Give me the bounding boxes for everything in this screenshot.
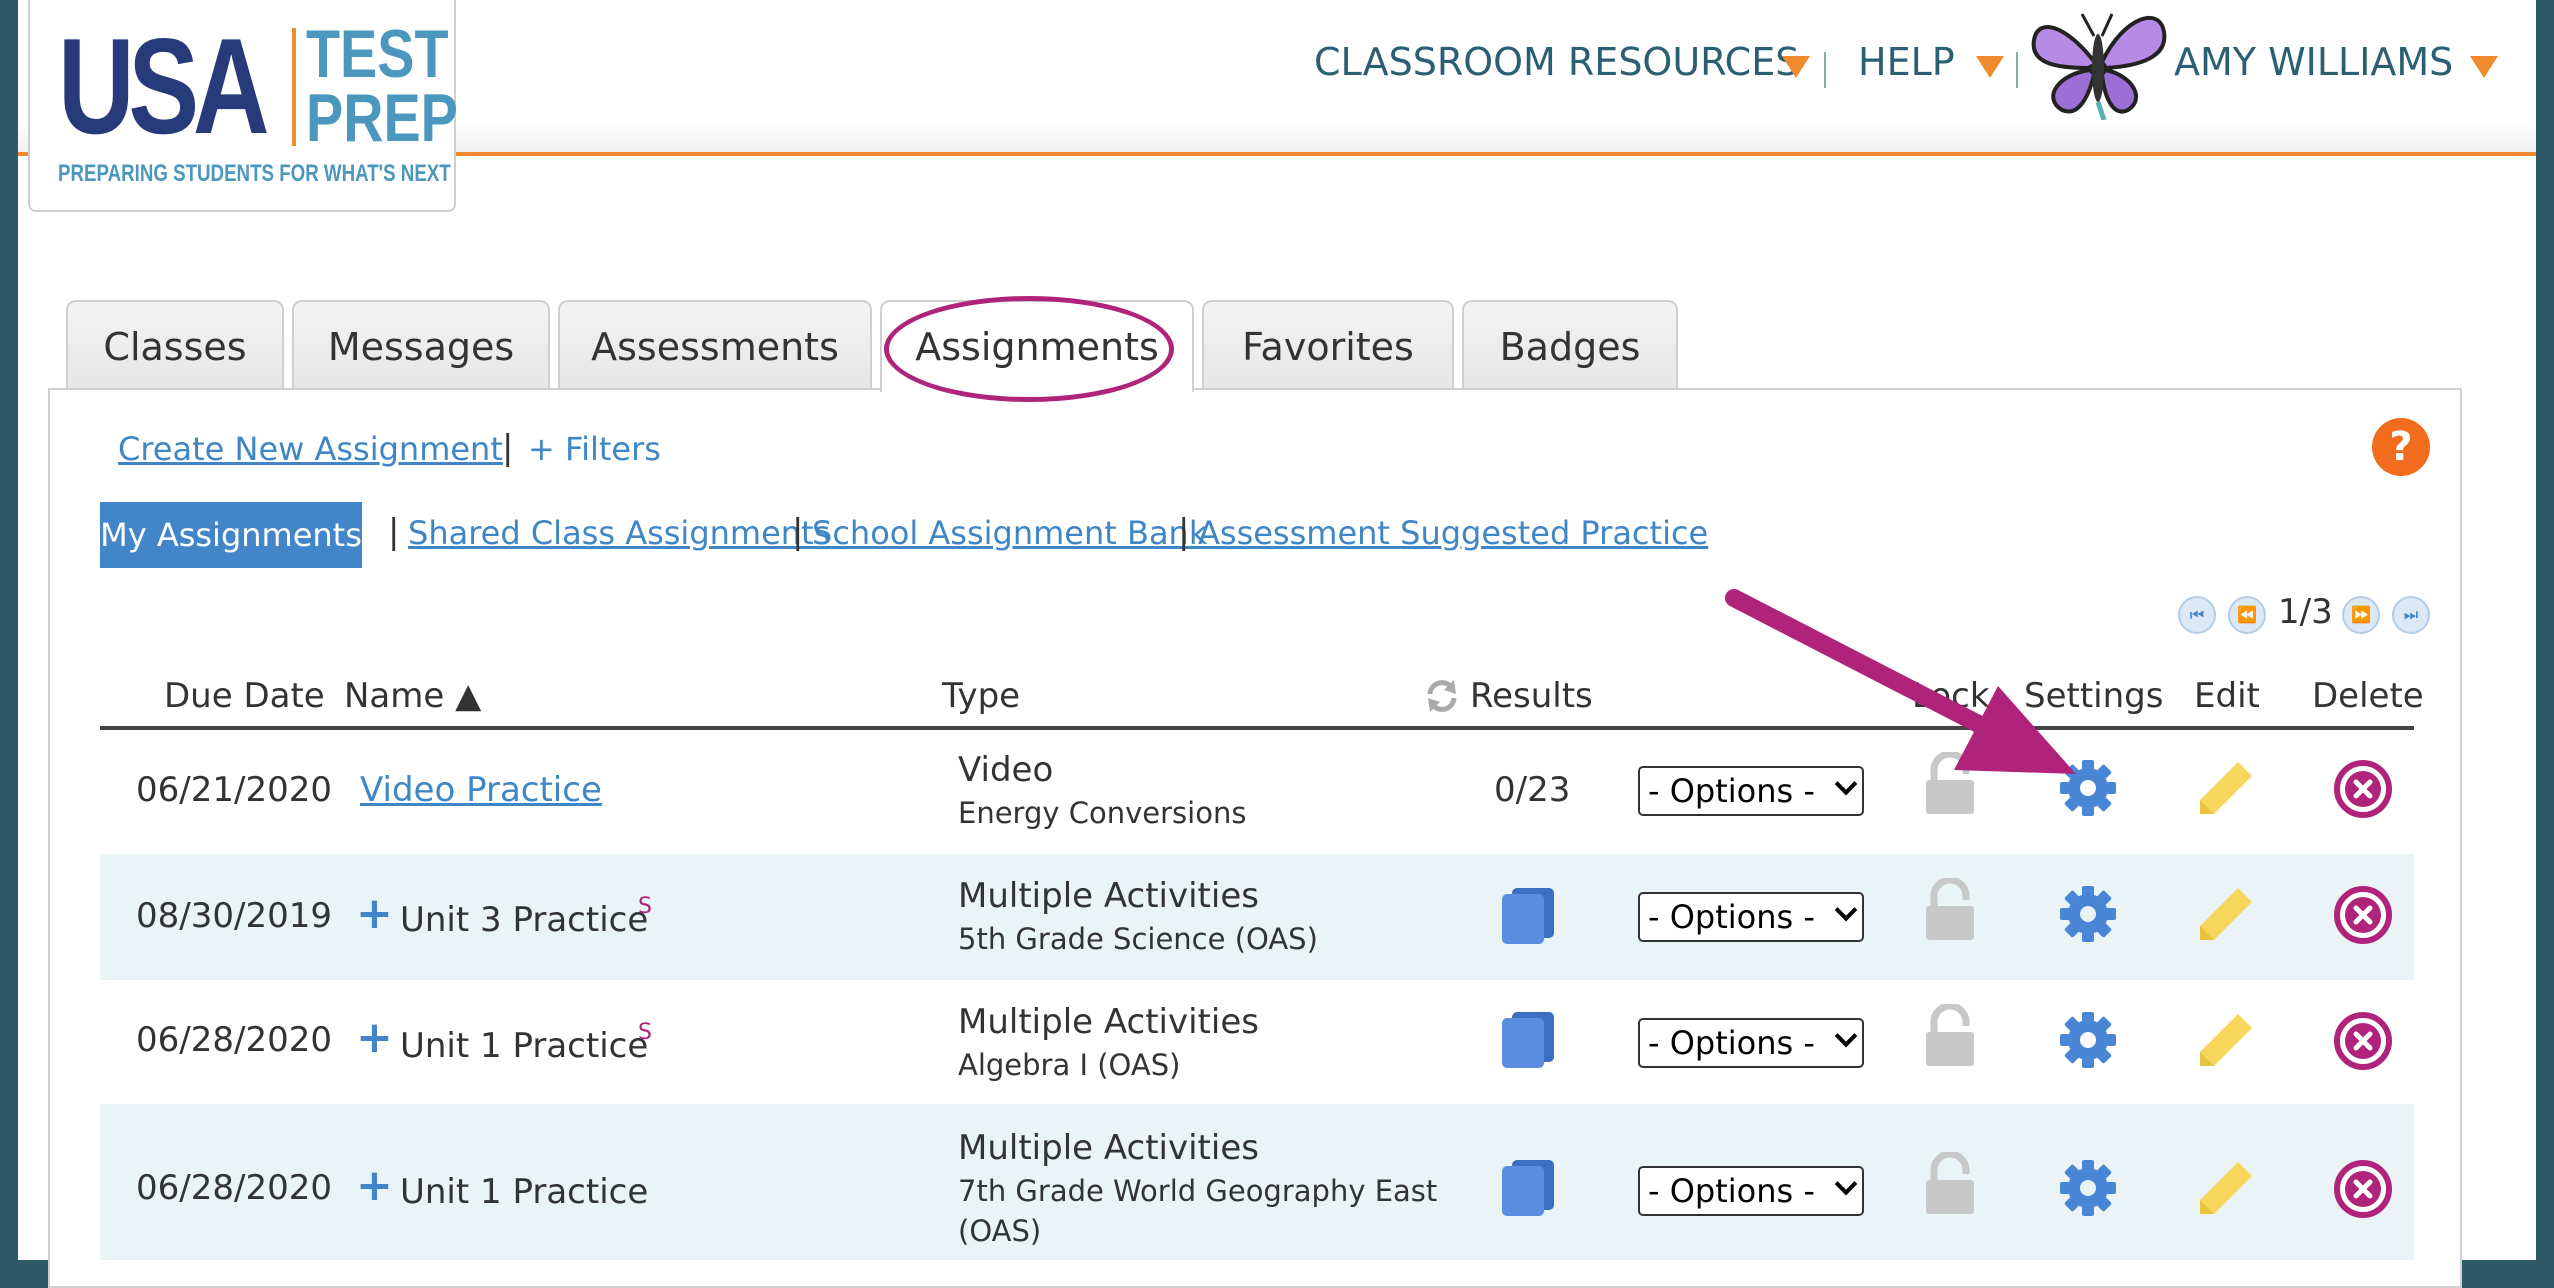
pencil-icon[interactable]: [2194, 756, 2258, 820]
due-date: 06/28/2020: [136, 1020, 332, 1060]
book-icon[interactable]: [1500, 1158, 1556, 1218]
options-select[interactable]: - Options -: [1638, 1018, 1864, 1068]
assignment-type: Video: [958, 750, 1054, 790]
expand-plus-icon[interactable]: +: [356, 1012, 393, 1063]
subnav-my-assignments[interactable]: My Assignments: [100, 502, 362, 568]
last-page-button[interactable]: ⏭: [2392, 596, 2430, 634]
tab-assessments[interactable]: Assessments: [558, 300, 872, 390]
due-date: 08/30/2019: [136, 896, 332, 936]
column-due-date[interactable]: Due Date: [164, 676, 325, 716]
column-settings: Settings: [2024, 676, 2164, 716]
column-results[interactable]: Results: [1470, 676, 1593, 716]
subnav-shared-class-assignments[interactable]: Shared Class Assignments: [408, 514, 830, 552]
divider: [2016, 52, 2018, 88]
separator: |: [502, 428, 514, 468]
assignment-type: Multiple Activities: [958, 1002, 1259, 1042]
options-select[interactable]: - Options -: [1638, 892, 1864, 942]
assignment-subject: Energy Conversions: [958, 796, 1247, 830]
lock-icon[interactable]: [1922, 878, 1978, 942]
filters-link[interactable]: + Filters: [528, 430, 661, 468]
create-new-assignment-link[interactable]: Create New Assignment: [118, 430, 503, 468]
first-page-icon: ⏮: [2189, 605, 2205, 624]
assignment-name[interactable]: Unit 1 Practice: [400, 1026, 648, 1066]
tab-badges[interactable]: Badges: [1462, 300, 1678, 390]
gear-icon[interactable]: [2058, 1158, 2118, 1218]
assignment-name-link[interactable]: Video Practice: [360, 770, 602, 810]
assignment-name[interactable]: Unit 3 Practice: [400, 900, 648, 940]
delete-circle-icon[interactable]: [2332, 1158, 2394, 1220]
delete-circle-icon[interactable]: [2332, 884, 2394, 946]
logo-tagline: PREPARING STUDENTS FOR WHAT'S NEXT: [58, 160, 451, 187]
page-indicator: 1/3: [2278, 592, 2333, 632]
tab-favorites[interactable]: Favorites: [1202, 300, 1454, 390]
assignment-name[interactable]: Unit 1 Practice: [400, 1172, 648, 1212]
butterfly-avatar-icon[interactable]: [2028, 6, 2170, 120]
gear-icon[interactable]: [2058, 884, 2118, 944]
logo-test-prep: TEST PREP: [306, 16, 458, 156]
caret-down-icon: [2470, 56, 2498, 78]
assignment-subject: Algebra I (OAS): [958, 1048, 1181, 1082]
caret-down-icon: [1976, 56, 2004, 78]
options-select[interactable]: - Options -: [1638, 1166, 1864, 1216]
due-date: 06/28/2020: [136, 1168, 332, 1208]
lock-icon[interactable]: [1922, 752, 1978, 816]
separator: |: [1178, 512, 1190, 552]
logo[interactable]: USA TEST PREP PREPARING STUDENTS FOR WHAT…: [28, 0, 458, 212]
options-select[interactable]: - Options -: [1638, 766, 1864, 816]
tab-messages[interactable]: Messages: [292, 300, 550, 390]
separator: |: [388, 512, 400, 552]
caret-down-icon: [1782, 56, 1810, 78]
book-icon[interactable]: [1500, 1010, 1556, 1070]
lock-icon[interactable]: [1922, 1004, 1978, 1068]
separator: |: [792, 512, 804, 552]
column-delete: Delete: [2312, 676, 2424, 716]
assignment-subject-continued: (OAS): [958, 1214, 1042, 1248]
gear-icon[interactable]: [2058, 758, 2118, 818]
delete-circle-icon[interactable]: [2332, 1010, 2394, 1072]
shared-badge: S: [638, 1020, 652, 1045]
highlight-ellipse: [884, 296, 1174, 402]
logo-divider: [292, 28, 296, 146]
delete-circle-icon[interactable]: [2332, 758, 2394, 820]
results-count[interactable]: 0/23: [1494, 770, 1570, 810]
divider: [1824, 52, 1826, 88]
pencil-icon[interactable]: [2194, 1156, 2258, 1220]
tab-classes[interactable]: Classes: [66, 300, 284, 390]
column-name[interactable]: Name ▲: [344, 676, 481, 716]
expand-plus-icon[interactable]: +: [356, 1160, 393, 1211]
subnav-school-assignment-bank[interactable]: School Assignment Bank: [812, 514, 1207, 552]
pencil-icon[interactable]: [2194, 1008, 2258, 1072]
shared-badge: S: [638, 894, 652, 919]
column-edit: Edit: [2194, 676, 2260, 716]
help-menu[interactable]: HELP: [1858, 40, 1955, 84]
column-lock: Lock: [1912, 676, 1990, 716]
help-icon[interactable]: ?: [2372, 418, 2430, 476]
last-page-icon: ⏭: [2403, 605, 2419, 624]
assignment-type: Multiple Activities: [958, 1128, 1259, 1168]
next-page-button[interactable]: ⏩: [2342, 596, 2380, 634]
subnav-assessment-suggested-practice[interactable]: Assessment Suggested Practice: [1198, 514, 1708, 552]
lock-icon[interactable]: [1922, 1152, 1978, 1216]
first-page-button[interactable]: ⏮: [2178, 596, 2216, 634]
assignment-type: Multiple Activities: [958, 876, 1259, 916]
logo-usa: USA: [58, 10, 269, 162]
prev-page-button[interactable]: ⏪: [2228, 596, 2266, 634]
column-type[interactable]: Type: [942, 676, 1020, 716]
pencil-icon[interactable]: [2194, 882, 2258, 946]
prev-page-icon: ⏪: [2237, 605, 2257, 624]
next-page-icon: ⏩: [2351, 605, 2371, 624]
assignment-subject: 5th Grade Science (OAS): [958, 922, 1318, 956]
gear-icon[interactable]: [2058, 1010, 2118, 1070]
classroom-resources-menu[interactable]: CLASSROOM RESOURCES: [1314, 40, 1799, 84]
assignment-subject: 7th Grade World Geography East: [958, 1174, 1438, 1208]
user-menu[interactable]: AMY WILLIAMS: [2174, 40, 2453, 84]
book-icon[interactable]: [1500, 886, 1556, 946]
expand-plus-icon[interactable]: +: [356, 888, 393, 939]
refresh-icon[interactable]: [1424, 676, 1460, 716]
due-date: 06/21/2020: [136, 770, 332, 810]
